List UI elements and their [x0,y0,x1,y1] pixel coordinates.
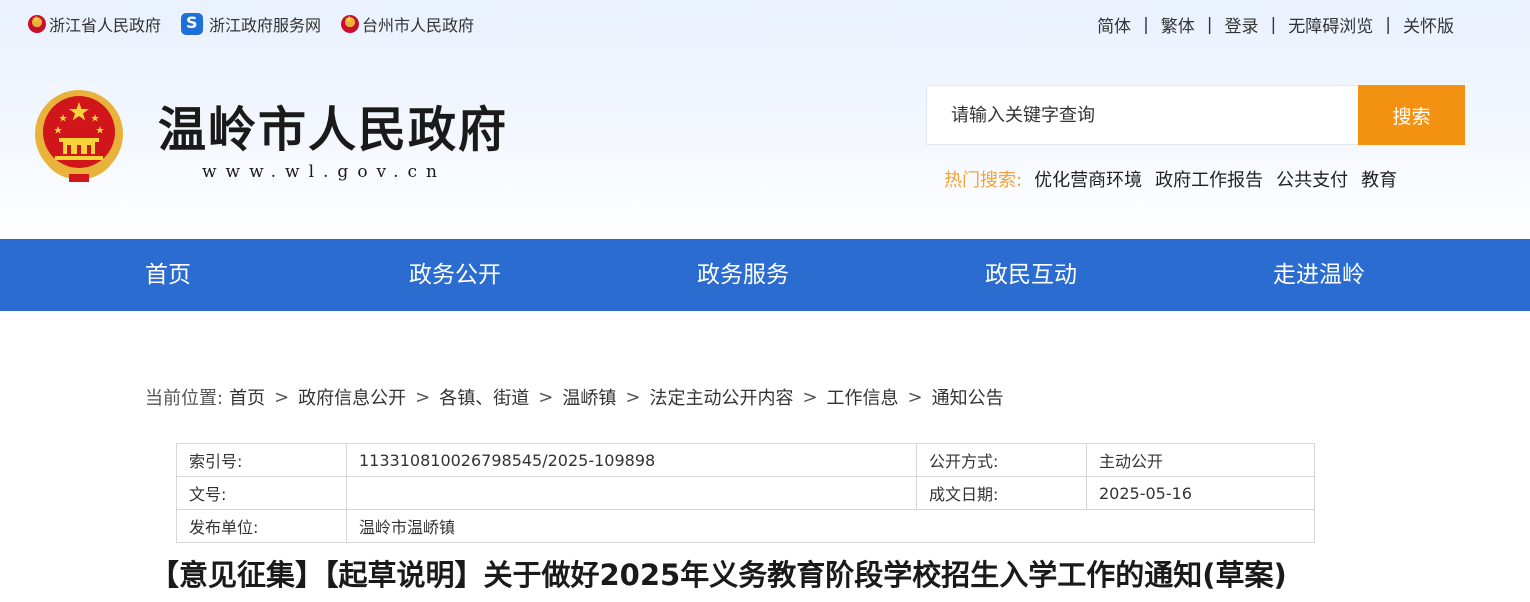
doc-number-label: 文号: [176,476,347,510]
open-method-label: 公开方式: [916,443,1087,477]
search-input[interactable] [927,86,1358,144]
breadcrumb-separator: > [907,386,923,408]
separator: | [1270,14,1277,35]
simplified-link[interactable]: 简体 [1097,12,1131,37]
issuer-label: 发布单位: [176,509,347,543]
table-row: 文号: 成文日期: 2025-05-16 [176,476,1315,510]
nav-home[interactable]: 首页 [145,239,191,311]
breadcrumb: 当前位置: 首页 > 政府信息公开 > 各镇、街道 > 温峤镇 > 法定主动公开… [145,384,1004,410]
accessibility-link[interactable]: 无障碍浏览 [1288,12,1373,37]
top-links: 浙江省人民政府 浙江政府服务网 台州市人民政府 [28,12,494,36]
hot-search-item[interactable]: 公共支付 [1276,166,1348,192]
hot-search-item[interactable]: 优化营商环境 [1034,166,1142,192]
emblem-icon [341,15,360,33]
breadcrumb-separator: > [625,386,641,408]
breadcrumb-item[interactable]: 各镇、街道 [439,384,529,410]
breadcrumb-separator: > [274,386,290,408]
date-label: 成文日期: [916,476,1087,510]
index-value: 113310810026798545/2025-109898 [346,443,917,477]
breadcrumb-item[interactable]: 工作信息 [827,384,899,410]
care-mode-link[interactable]: 关怀版 [1403,12,1454,37]
service-icon [181,13,204,35]
top-right-links: 简体 | 繁体 | 登录 | 无障碍浏览 | 关怀版 [1097,12,1454,38]
document-meta-table: 索引号: 113310810026798545/2025-109898 公开方式… [176,443,1315,543]
site-title: 温岭市人民政府 [158,102,509,158]
emblem-icon [28,15,46,33]
date-value: 2025-05-16 [1086,476,1315,510]
nav-gov-services[interactable]: 政务服务 [697,239,789,311]
top-link-zhejiang-service[interactable]: 浙江政府服务网 [181,12,321,36]
separator: | [1385,14,1391,35]
issuer-value: 温岭市温峤镇 [346,509,1315,543]
breadcrumb-item[interactable]: 政府信息公开 [298,384,406,410]
hot-search: 热门搜索: 优化营商环境 政府工作报告 公共支付 教育 [944,166,1410,192]
breadcrumb-item[interactable]: 温峤镇 [562,384,616,410]
separator: | [1143,14,1149,35]
top-link-label: 浙江省人民政府 [49,16,162,35]
breadcrumb-item[interactable]: 通知公告 [932,384,1004,410]
search-box [926,85,1358,145]
table-row: 发布单位: 温岭市温峤镇 [176,509,1315,543]
table-row: 索引号: 113310810026798545/2025-109898 公开方式… [176,443,1315,477]
doc-number-value [346,476,917,510]
nav-gov-affairs-open[interactable]: 政务公开 [409,239,501,311]
breadcrumb-separator: > [538,386,554,408]
index-label: 索引号: [176,443,347,477]
breadcrumb-separator: > [802,386,818,408]
national-emblem-icon [35,90,123,182]
nav-about-wenling[interactable]: 走进温岭 [1273,239,1365,311]
breadcrumb-separator: > [415,386,431,408]
top-link-taizhou-gov[interactable]: 台州市人民政府 [341,12,474,36]
main-nav: 首页 政务公开 政务服务 政民互动 走进温岭 [0,239,1530,311]
top-link-label: 浙江政府服务网 [209,16,322,35]
login-link[interactable]: 登录 [1225,12,1259,37]
separator: | [1206,14,1213,35]
breadcrumb-prefix: 当前位置: [145,388,224,409]
top-link-label: 台州市人民政府 [362,16,475,35]
search-button[interactable]: 搜索 [1358,85,1465,145]
nav-interaction[interactable]: 政民互动 [985,239,1077,311]
top-link-zhejiang-gov[interactable]: 浙江省人民政府 [28,12,161,36]
breadcrumb-item[interactable]: 首页 [229,384,265,410]
article-title: 【意见征集】【起草说明】关于做好2025年义务教育阶段学校招生入学工作的通知(草… [150,558,1287,592]
hot-search-item[interactable]: 政府工作报告 [1155,166,1263,192]
breadcrumb-item[interactable]: 法定主动公开内容 [649,384,793,410]
site-url: www.wl.gov.cn [202,162,447,182]
hot-search-label: 热门搜索: [944,170,1023,191]
hot-search-item[interactable]: 教育 [1361,166,1397,192]
open-method-value: 主动公开 [1086,443,1315,477]
traditional-link[interactable]: 繁体 [1161,12,1195,37]
